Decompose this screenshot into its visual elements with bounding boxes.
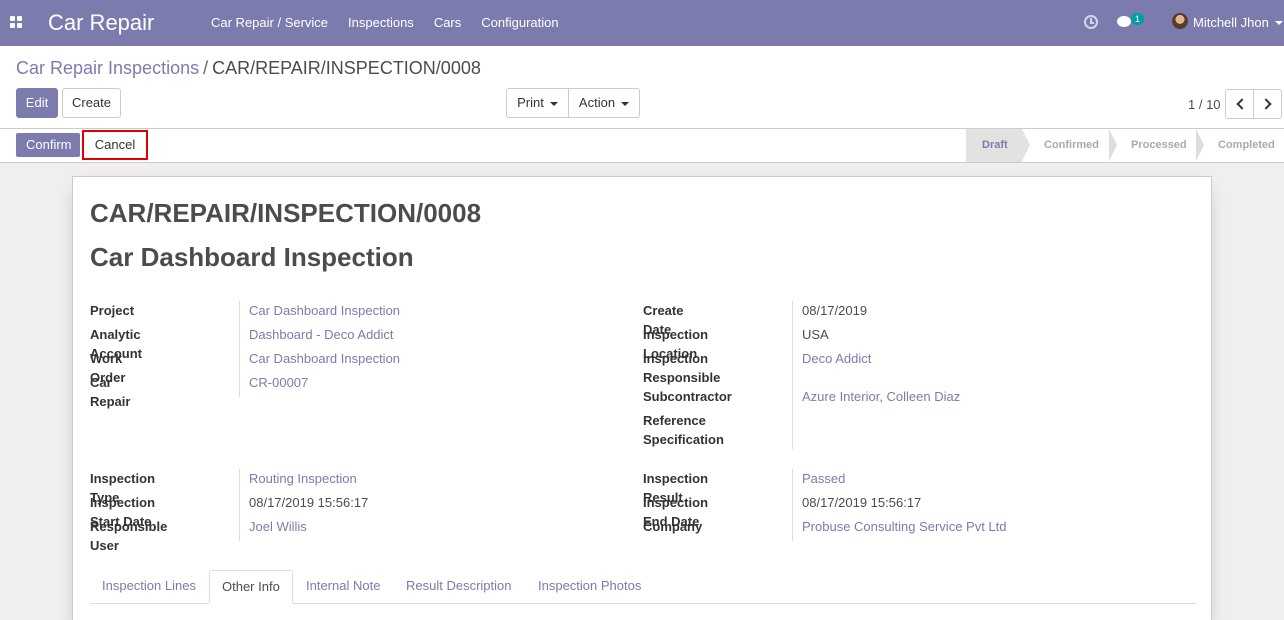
print-label: Print: [517, 95, 544, 110]
field-value-inspection-start-date[interactable]: 08/17/2019 15:56:17: [249, 493, 368, 512]
notebook-tabs: Inspection Lines Other Info Internal Not…: [90, 570, 1196, 604]
field-value-inspection-type[interactable]: Routing Inspection: [249, 469, 357, 488]
field-value-inspection-responsible[interactable]: Deco Addict: [802, 349, 871, 368]
menu-item-cars[interactable]: Cars: [424, 0, 471, 46]
status-stages: Draft Confirmed Processed Completed: [966, 129, 1284, 162]
control-panel: Car Repair Inspections / CAR/REPAIR/INSPEC…: [0, 46, 1284, 129]
action-dropdown-button[interactable]: Action: [568, 88, 640, 118]
chat-count-badge: 1: [1131, 13, 1144, 25]
field-value-inspection-end-date[interactable]: 08/17/2019 15:56:17: [802, 493, 921, 512]
field-separator: [239, 469, 240, 541]
menu-item-configuration[interactable]: Configuration: [471, 0, 568, 46]
activity-clock-icon[interactable]: [1084, 15, 1098, 29]
print-dropdown-button[interactable]: Print: [506, 88, 569, 118]
tab-inspection-lines[interactable]: Inspection Lines: [90, 570, 208, 604]
field-label: Car Repair: [90, 375, 131, 409]
user-caret-down-icon[interactable]: [1275, 21, 1283, 25]
field-label: Responsible User: [90, 519, 168, 553]
left-field-group-1: Project Car Dashboard Inspection Analyti…: [90, 301, 630, 409]
apps-grid-icon[interactable]: [10, 16, 23, 28]
field-separator: [792, 469, 793, 541]
field-value-create-date[interactable]: 08/17/2019: [802, 301, 867, 320]
field-value-inspection-location[interactable]: USA: [802, 325, 829, 344]
stage-completed[interactable]: Completed: [1196, 129, 1284, 162]
tab-result-description[interactable]: Result Description: [394, 570, 524, 604]
pager-previous-button[interactable]: [1225, 89, 1254, 119]
breadcrumb-current: CAR/REPAIR/INSPECTION/0008: [212, 58, 481, 78]
breadcrumb: Car Repair Inspections / CAR/REPAIR/INSPEC…: [16, 58, 481, 79]
tab-other-info[interactable]: Other Info: [209, 570, 293, 604]
action-label: Action: [578, 95, 616, 110]
left-field-group-2: Inspection Type Routing Inspection Inspe…: [90, 469, 630, 553]
breadcrumb-separator: /: [203, 58, 209, 78]
user-menu-name[interactable]: Mitchell Jhon: [1193, 15, 1269, 30]
field-value-company[interactable]: Probuse Consulting Service Pvt Ltd: [802, 517, 1007, 536]
tab-internal-note[interactable]: Internal Note: [294, 570, 392, 604]
create-button[interactable]: Create: [62, 88, 121, 118]
field-value-analytic-account[interactable]: Dashboard - Deco Addict: [249, 325, 394, 344]
field-separator: [239, 301, 240, 397]
form-statusbar: Confirm Cancel Draft Confirmed Processed…: [0, 129, 1284, 163]
field-value-car-repair[interactable]: CR-00007: [249, 373, 308, 392]
form-sheet: CAR/REPAIR/INSPECTION/0008 Car Dashboard…: [72, 176, 1212, 620]
top-navbar: Car Repair Car Repair / Service Inspecti…: [0, 0, 1284, 46]
field-value-work-order[interactable]: Car Dashboard Inspection: [249, 349, 400, 368]
field-separator: [792, 301, 793, 449]
pager-next-button[interactable]: [1253, 89, 1282, 119]
field-value-inspection-result[interactable]: Passed: [802, 469, 845, 488]
app-brand[interactable]: Car Repair: [48, 10, 154, 36]
menu-item-car-repair-service[interactable]: Car Repair / Service: [201, 0, 338, 46]
tab-inspection-photos[interactable]: Inspection Photos: [526, 570, 653, 604]
record-reference-title: CAR/REPAIR/INSPECTION/0008: [90, 198, 482, 228]
right-field-group-2: Inspection Result Passed Inspection End …: [643, 469, 1183, 549]
field-label: Inspection Responsible: [643, 351, 721, 385]
chevron-right-icon: [1260, 98, 1272, 110]
edit-button[interactable]: Edit: [16, 88, 58, 118]
main-menu: Car Repair / Service Inspections Cars Co…: [201, 0, 569, 46]
stage-processed[interactable]: Processed: [1109, 129, 1204, 162]
field-value-responsible-user[interactable]: Joel Willis: [249, 517, 307, 536]
chevron-left-icon: [1236, 98, 1248, 110]
user-avatar[interactable]: [1172, 13, 1188, 29]
stage-draft[interactable]: Draft: [966, 129, 1030, 162]
field-label: Company: [643, 519, 703, 534]
caret-down-icon: [621, 101, 630, 106]
field-label: Subcontractor: [643, 389, 732, 404]
field-value-subcontractor[interactable]: Azure Interior, Colleen Diaz: [802, 387, 960, 406]
cancel-button[interactable]: Cancel: [82, 130, 148, 160]
confirm-button[interactable]: Confirm: [16, 133, 80, 157]
field-value-project[interactable]: Car Dashboard Inspection: [249, 301, 400, 320]
right-field-group-1: Create Date 08/17/2019 Inspection Locati…: [643, 301, 1183, 451]
field-label: Reference Specification: [643, 413, 724, 447]
field-label: Project: [90, 303, 135, 318]
menu-item-inspections[interactable]: Inspections: [338, 0, 424, 46]
breadcrumb-parent-link[interactable]: Car Repair Inspections: [16, 58, 199, 78]
caret-down-icon: [549, 101, 558, 106]
record-name-title: Car Dashboard Inspection: [90, 242, 414, 272]
pager-value[interactable]: 1 / 10: [1188, 97, 1221, 112]
chat-icon[interactable]: [1117, 16, 1131, 27]
stage-confirmed[interactable]: Confirmed: [1022, 129, 1117, 162]
